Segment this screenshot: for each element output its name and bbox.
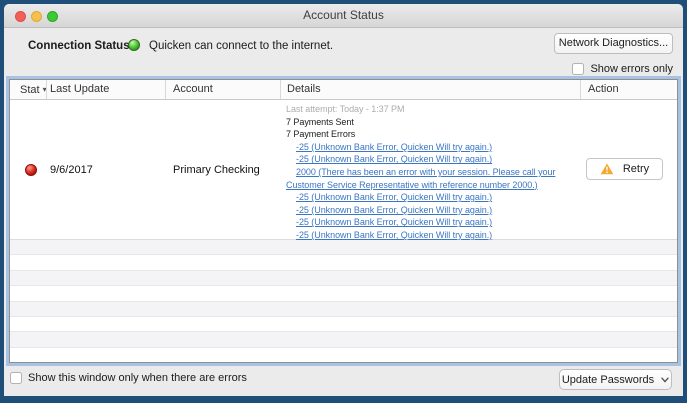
show-window-only-control[interactable]: Show this window only when there are err… [10,372,247,384]
column-header-account[interactable]: Account [173,80,213,99]
network-diagnostics-button[interactable]: Network Diagnostics... [554,33,673,54]
chevron-down-icon [661,377,669,383]
connection-status-label: Connection Status: [28,40,133,52]
table-header: Stat▾ Last Update Account Details Action [10,80,677,100]
column-divider [46,80,47,99]
update-passwords-label: Update Passwords [562,374,654,386]
update-passwords-button[interactable]: Update Passwords [559,369,672,390]
show-errors-only-control[interactable]: Show errors only [572,63,673,75]
retry-button[interactable]: Retry [586,158,663,180]
retry-button-label: Retry [623,163,649,175]
column-header-last-update[interactable]: Last Update [50,80,109,99]
show-errors-only-label: Show errors only [590,63,673,75]
column-divider [580,80,581,99]
error-link[interactable]: -25 (Unknown Bank Error, Quicken Will tr… [286,191,584,204]
empty-row[interactable] [10,302,677,317]
payment-errors-text: 7 Payment Errors [286,128,584,141]
empty-row[interactable] [10,332,677,347]
error-link[interactable]: -25 (Unknown Bank Error, Quicken Will tr… [286,141,584,154]
error-link[interactable]: -25 (Unknown Bank Error, Quicken Will tr… [286,153,584,166]
connection-status-text: Quicken can connect to the internet. [149,40,333,52]
empty-row[interactable] [10,240,677,255]
empty-row[interactable] [10,286,677,301]
table-row[interactable]: 9/6/2017 Primary Checking Last attempt: … [10,100,677,240]
column-header-details[interactable]: Details [287,80,321,99]
account-cell: Primary Checking [173,164,260,176]
close-button[interactable] [15,11,26,22]
account-status-table[interactable]: Stat▾ Last Update Account Details Action… [9,79,678,363]
account-status-window: Account Status Connection Status: Quicke… [4,4,683,396]
last-update-cell: 9/6/2017 [50,164,93,176]
column-header-action[interactable]: Action [588,80,619,99]
empty-row[interactable] [10,271,677,286]
error-link[interactable]: 2000 (There has been an error with your … [286,166,584,191]
details-cell: Last attempt: Today - 1:37 PM 7 Payments… [286,103,584,254]
title-bar[interactable]: Account Status [4,4,683,28]
empty-row[interactable] [10,317,677,332]
status-error-icon [25,164,37,176]
column-header-stat[interactable]: Stat▾ [20,80,47,100]
show-errors-only-checkbox[interactable] [572,63,584,75]
column-divider [280,80,281,99]
minimize-button[interactable] [31,11,42,22]
empty-rows-area [10,240,677,362]
error-link[interactable]: -25 (Unknown Bank Error, Quicken Will tr… [286,204,584,217]
column-divider [165,80,166,99]
payments-sent-text: 7 Payments Sent [286,116,584,129]
screenshot-frame: Account Status Connection Status: Quicke… [0,0,687,403]
warning-icon [600,163,614,175]
window-title: Account Status [4,4,683,27]
status-ok-icon [128,39,140,51]
error-link[interactable]: -25 (Unknown Bank Error, Quicken Will tr… [286,216,584,229]
show-window-only-label: Show this window only when there are err… [28,372,247,384]
last-attempt-text: Last attempt: Today - 1:37 PM [286,103,584,116]
show-window-only-checkbox[interactable] [10,372,22,384]
zoom-button[interactable] [47,11,58,22]
empty-row[interactable] [10,348,677,362]
empty-row[interactable] [10,255,677,270]
